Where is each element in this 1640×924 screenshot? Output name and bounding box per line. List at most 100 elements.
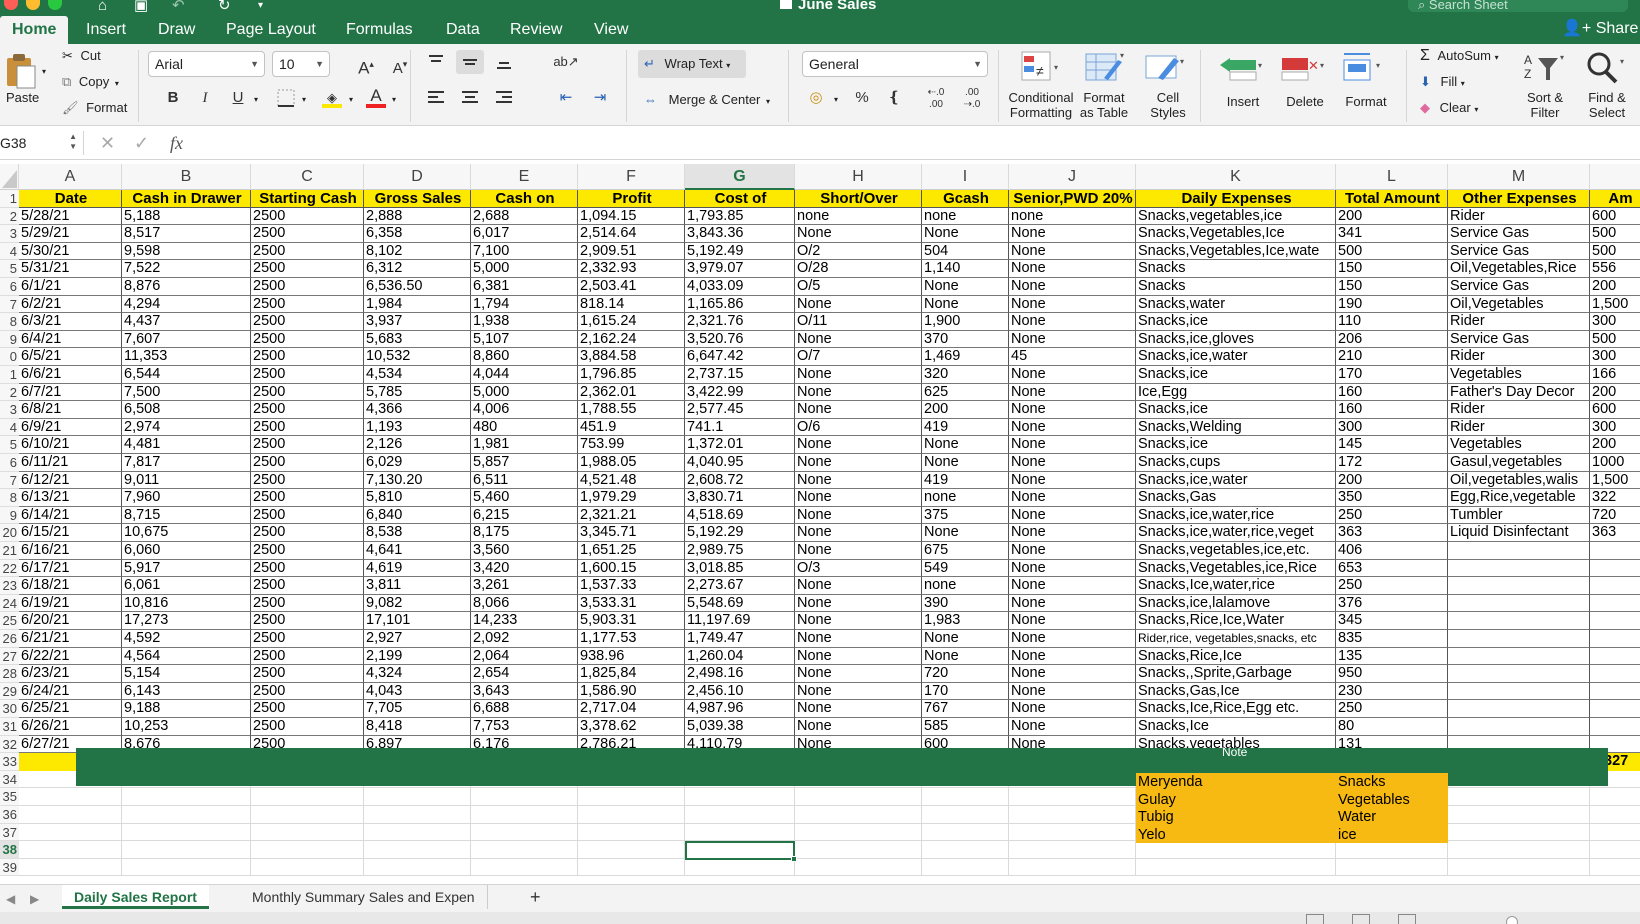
table-cell[interactable]: 4,294 xyxy=(122,295,251,314)
table-cell[interactable]: 4,437 xyxy=(122,313,251,331)
table-cell[interactable]: Snacks,ice xyxy=(1136,313,1336,331)
row-header[interactable]: 3 xyxy=(0,225,19,243)
table-cell[interactable]: 1,600.15 xyxy=(578,559,685,578)
table-cell[interactable]: None xyxy=(795,524,922,542)
table-cell[interactable]: None xyxy=(795,401,922,419)
column-header-j[interactable]: J xyxy=(1009,164,1136,190)
table-cell[interactable]: 2500 xyxy=(251,313,364,331)
clear-button[interactable]: ◆ Clear ▾ xyxy=(1420,100,1478,118)
table-cell[interactable]: Gasul,vegetables xyxy=(1448,454,1590,472)
table-cell[interactable]: 5,000 xyxy=(471,383,578,402)
empty-cell[interactable] xyxy=(251,823,364,842)
table-cell[interactable]: Snacks,ice,water xyxy=(1136,348,1336,366)
column-header-e[interactable]: E xyxy=(471,164,578,190)
row-header[interactable]: 37 xyxy=(0,823,19,842)
align-left-button[interactable] xyxy=(422,86,450,110)
empty-cell[interactable] xyxy=(1590,824,1640,842)
table-cell[interactable]: None xyxy=(1009,506,1136,525)
increase-decimal-button[interactable]: ⇠.0.00 xyxy=(922,86,950,110)
table-cell[interactable]: Rider xyxy=(1448,313,1590,331)
table-cell[interactable]: None xyxy=(1009,489,1136,507)
percent-style-button[interactable]: % xyxy=(848,86,876,110)
align-bottom-button[interactable] xyxy=(490,50,518,74)
table-cell[interactable]: 7,817 xyxy=(122,454,251,472)
table-cell[interactable]: 1,177.53 xyxy=(578,630,685,648)
table-cell[interactable]: Snacks,ice,water xyxy=(1136,471,1336,490)
table-cell[interactable]: 2500 xyxy=(251,471,364,490)
table-cell[interactable]: 1,938 xyxy=(471,313,578,331)
column-header-f[interactable]: F xyxy=(578,164,685,190)
table-cell[interactable]: 1,788.55 xyxy=(578,401,685,419)
table-cell[interactable]: None xyxy=(1009,594,1136,613)
table-cell[interactable]: None xyxy=(795,366,922,384)
table-cell[interactable]: 5,810 xyxy=(364,489,471,507)
table-cell[interactable]: 166 xyxy=(1590,366,1640,384)
table-cell[interactable]: 2500 xyxy=(251,489,364,507)
search-sheet-input[interactable]: ⌕ Search Sheet xyxy=(1408,0,1628,12)
empty-cell[interactable] xyxy=(19,823,122,842)
table-cell[interactable]: None xyxy=(922,454,1009,472)
table-cell[interactable]: 6,215 xyxy=(471,506,578,525)
empty-cell[interactable] xyxy=(1136,841,1336,859)
table-cell[interactable]: None xyxy=(795,665,922,683)
table-cell[interactable]: 8,102 xyxy=(364,242,471,261)
table-cell[interactable] xyxy=(1448,542,1590,560)
table-cell[interactable]: None xyxy=(1009,313,1136,331)
table-cell[interactable]: 300 xyxy=(1590,348,1640,366)
table-cell[interactable]: 818.14 xyxy=(578,295,685,314)
formula-input[interactable] xyxy=(200,131,1630,155)
empty-cell[interactable] xyxy=(1448,806,1590,824)
row-header[interactable]: 6 xyxy=(0,278,19,296)
home-icon[interactable]: ⌂ xyxy=(98,0,107,13)
empty-cell[interactable] xyxy=(922,858,1009,877)
cancel-formula-icon[interactable]: ✕ xyxy=(100,130,115,156)
table-cell[interactable]: None xyxy=(795,383,922,402)
table-cell[interactable]: Snacks,Vegetables,Ice xyxy=(1136,225,1336,243)
column-header-extra[interactable] xyxy=(1590,164,1640,190)
table-cell[interactable]: none xyxy=(922,577,1009,595)
table-cell[interactable]: 2500 xyxy=(251,682,364,701)
table-cell[interactable]: 135 xyxy=(1336,647,1448,666)
table-cell[interactable]: 5,683 xyxy=(364,330,471,349)
table-cell[interactable]: 6/3/21 xyxy=(19,313,122,331)
table-cell[interactable]: None xyxy=(1009,718,1136,736)
table-cell[interactable]: None xyxy=(795,718,922,736)
table-cell[interactable]: Egg,Rice,vegetable xyxy=(1448,489,1590,507)
table-cell[interactable]: Snacks,Welding xyxy=(1136,418,1336,437)
column-header-d[interactable]: D xyxy=(364,164,471,190)
header-cell-cost-of[interactable]: Cost of xyxy=(685,190,795,208)
table-cell[interactable]: 3,843.36 xyxy=(685,225,795,243)
table-cell[interactable]: 2,989.75 xyxy=(685,542,795,560)
table-cell[interactable]: Father's Day Decor xyxy=(1448,383,1590,402)
empty-cell[interactable] xyxy=(251,858,364,877)
tab-data[interactable]: Data xyxy=(446,16,480,44)
add-sheet-button[interactable]: + xyxy=(518,885,553,909)
table-cell[interactable]: 2,456.10 xyxy=(685,682,795,701)
empty-cell[interactable] xyxy=(1009,858,1136,877)
table-cell[interactable]: 1,825,84 xyxy=(578,665,685,683)
table-cell[interactable]: 11,197.69 xyxy=(685,612,795,630)
table-cell[interactable]: 7,960 xyxy=(122,489,251,507)
empty-cell[interactable] xyxy=(1009,841,1136,859)
borders-button[interactable] xyxy=(272,86,300,110)
table-cell[interactable]: None xyxy=(1009,471,1136,490)
table-cell[interactable]: 2,162.24 xyxy=(578,330,685,349)
table-cell[interactable]: Oil,vegetables,walis xyxy=(1448,471,1590,490)
table-cell[interactable]: 206 xyxy=(1336,330,1448,349)
table-cell[interactable]: None xyxy=(1009,577,1136,595)
table-cell[interactable]: O/28 xyxy=(795,260,922,278)
empty-cell[interactable] xyxy=(922,806,1009,824)
table-cell[interactable]: 6,840 xyxy=(364,506,471,525)
table-cell[interactable]: 7,522 xyxy=(122,260,251,278)
table-cell[interactable]: 5/31/21 xyxy=(19,260,122,278)
table-cell[interactable]: 4,641 xyxy=(364,542,471,560)
table-cell[interactable]: None xyxy=(922,278,1009,296)
table-cell[interactable]: Oil,Vegetables,Rice xyxy=(1448,260,1590,278)
table-cell[interactable]: 2,737.15 xyxy=(685,366,795,384)
table-cell[interactable]: None xyxy=(922,295,1009,314)
bold-button[interactable]: B xyxy=(159,86,187,110)
table-cell[interactable]: None xyxy=(1009,278,1136,296)
table-cell[interactable]: 6/9/21 xyxy=(19,418,122,437)
table-cell[interactable] xyxy=(1590,648,1640,666)
table-cell[interactable]: 600 xyxy=(1590,401,1640,419)
